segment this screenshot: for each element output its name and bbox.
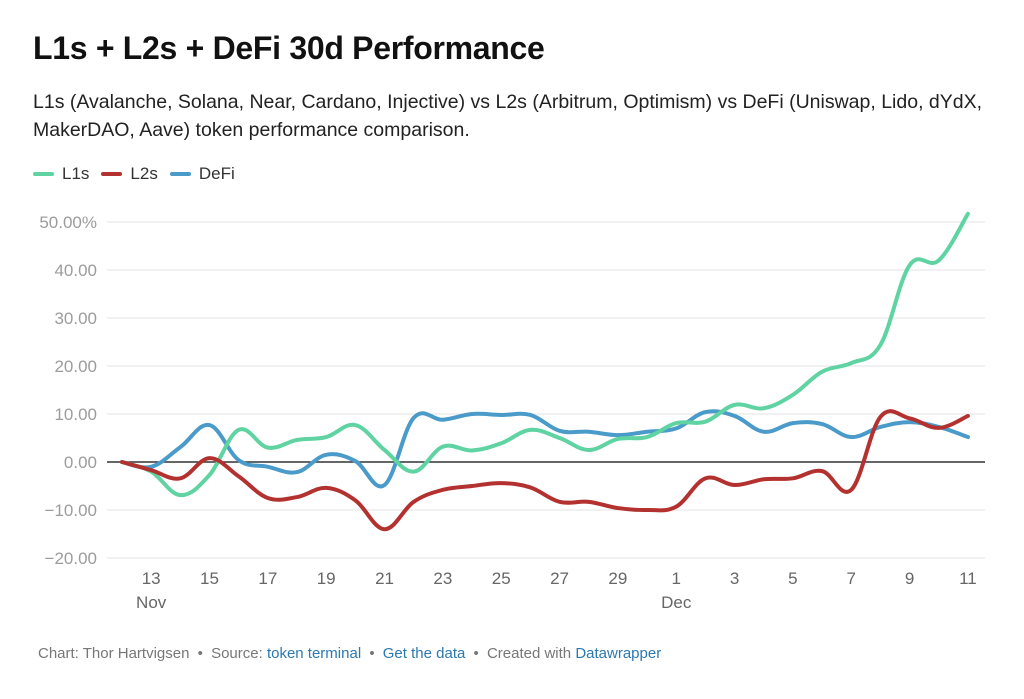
y-tick-label: 50.00% bbox=[39, 213, 97, 232]
x-tick-label: 13 bbox=[142, 569, 161, 588]
legend-swatch-l1s bbox=[33, 172, 54, 176]
x-tick-label: 21 bbox=[375, 569, 394, 588]
x-month-label: Nov bbox=[136, 593, 167, 612]
x-tick-label: 11 bbox=[959, 569, 977, 588]
y-tick-label: 20.00 bbox=[54, 357, 97, 376]
series-line-l2s bbox=[120, 409, 970, 532]
legend-item-l1s: L1s bbox=[33, 164, 89, 184]
footer-source-label: Source: bbox=[211, 645, 263, 662]
footer-credit: Chart: Thor Hartvigsen bbox=[38, 645, 190, 662]
x-tick-label: 19 bbox=[317, 569, 336, 588]
x-tick-label: 23 bbox=[433, 569, 452, 588]
footer-created-label: Created with bbox=[486, 645, 572, 662]
x-axis-labels: 13 Nov 15 17 19 21 23 25 27 29 1 Dec 3 5 7 9 11 bbox=[136, 569, 977, 612]
get-the-data-link[interactable]: Get the data bbox=[383, 645, 466, 662]
legend-label-defi: DeFi bbox=[198, 164, 235, 183]
x-tick-label: 7 bbox=[847, 569, 856, 588]
y-tick-label: 10.00 bbox=[54, 405, 97, 424]
legend-item-l2s: L2s bbox=[101, 164, 158, 184]
source-link[interactable]: token terminal bbox=[267, 645, 361, 662]
x-tick-label: 29 bbox=[608, 569, 627, 588]
x-tick-label: 17 bbox=[258, 569, 277, 588]
legend-label-l2s: L2s bbox=[130, 164, 158, 183]
chart-subtitle: L1s (Avalanche, Solana, Near, Cardano, I… bbox=[33, 91, 983, 141]
footer-separator: • bbox=[197, 645, 203, 662]
y-tick-label: −20.00 bbox=[45, 549, 97, 568]
series-lines bbox=[120, 211, 970, 532]
footer-separator: • bbox=[369, 645, 375, 662]
gridlines bbox=[107, 221, 985, 559]
legend-item-defi: DeFi bbox=[169, 164, 235, 184]
x-tick-label: 1 bbox=[671, 569, 680, 588]
x-tick-label: 3 bbox=[730, 569, 739, 588]
y-tick-label: 30.00 bbox=[54, 309, 97, 328]
x-tick-label: 9 bbox=[905, 569, 914, 588]
legend-swatch-defi bbox=[169, 172, 191, 176]
legend-label-l1s: L1s bbox=[62, 164, 90, 183]
y-tick-label: 40.00 bbox=[54, 261, 97, 280]
chart-title: L1s + L2s + DeFi 30d Performance bbox=[33, 30, 545, 66]
series-line-defi bbox=[120, 409, 970, 489]
y-axis-labels: 50.00% 40.00 30.00 20.00 10.00 0.00 −10.00 −20.… bbox=[39, 213, 97, 568]
legend: L1s L2s DeFi bbox=[33, 164, 247, 184]
y-tick-label: −10.00 bbox=[45, 501, 97, 520]
footer: Chart: Thor Hartvigsen • Source: token t… bbox=[38, 645, 661, 662]
datawrapper-link[interactable]: Datawrapper bbox=[575, 645, 661, 662]
x-month-label: Dec bbox=[661, 593, 692, 612]
legend-swatch-l2s bbox=[101, 172, 123, 176]
x-tick-label: 27 bbox=[550, 569, 569, 588]
x-tick-label: 5 bbox=[788, 569, 797, 588]
line-chart: 50.00% 40.00 30.00 20.00 10.00 0.00 −10.00 −20.… bbox=[39, 211, 985, 612]
x-tick-label: 15 bbox=[200, 569, 219, 588]
footer-separator: • bbox=[473, 645, 479, 662]
series-line-l1s bbox=[120, 211, 970, 498]
y-tick-label: 0.00 bbox=[64, 453, 97, 472]
x-tick-label: 25 bbox=[492, 569, 511, 588]
